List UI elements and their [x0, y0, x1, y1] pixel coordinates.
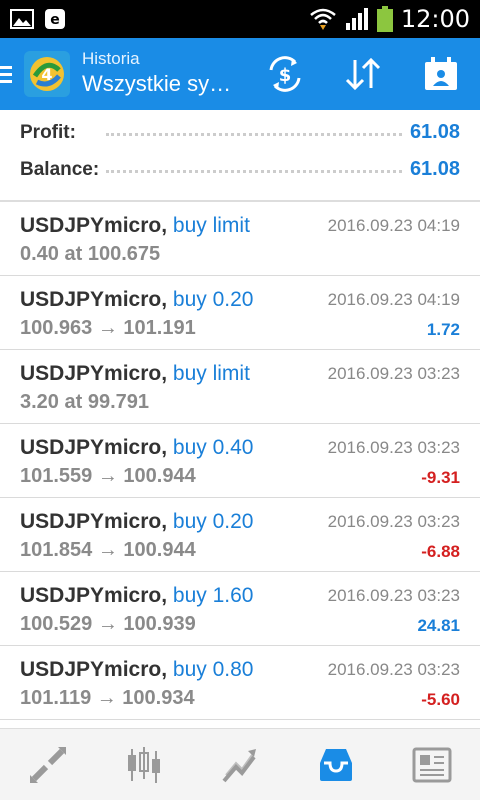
nav-quotes[interactable] — [0, 729, 96, 800]
trade-row[interactable]: USDJPYmicro, buy 0.20 101.854 → 100.944 … — [0, 498, 480, 572]
trade-detail: 101.854 → 100.944 — [20, 539, 196, 561]
trade-row[interactable]: USDJPYmicro, buy 0.20 100.963 → 101.191 … — [0, 276, 480, 350]
trade-profit: -9.31 — [421, 468, 460, 487]
quotes-icon — [30, 746, 66, 783]
svg-text:$: $ — [279, 65, 292, 86]
dotted-leader — [106, 170, 402, 173]
trade-symbol: USDJPYmicro, — [20, 436, 168, 459]
trade-profit: 1.72 — [426, 320, 460, 339]
trade-icon — [222, 748, 256, 782]
trade-row[interactable]: USDJPYmicro, buy limit 0.40 at 100.675 2… — [0, 202, 480, 276]
trade-row[interactable]: USDJPYmicro, buy 0.40 101.559 → 100.944 … — [0, 424, 480, 498]
app-bar: 4 Historia Wszystkie sy… $ — [0, 38, 480, 110]
summary-label: Profit: — [20, 121, 76, 143]
summary-label: Balance: — [20, 158, 100, 180]
trade-profit: 24.81 — [417, 616, 460, 635]
trade-profit: -5.60 — [421, 690, 460, 709]
trade-detail: 100.963 → 101.191 — [20, 317, 196, 339]
trade-symbol: USDJPYmicro, — [20, 584, 168, 607]
gallery-notification-icon — [10, 9, 34, 29]
trade-action: buy 0.20 — [172, 288, 254, 311]
nav-history[interactable] — [288, 729, 384, 800]
calendar-icon — [425, 57, 457, 90]
history-icon — [320, 748, 352, 781]
nav-trade[interactable] — [192, 729, 288, 800]
trade-detail: 3.20 at 99.791 — [20, 391, 149, 413]
news-icon — [412, 747, 452, 782]
chart-icon — [128, 746, 160, 783]
dotted-leader — [106, 133, 402, 136]
trade-time: 2016.09.23 04:19 — [327, 290, 460, 309]
svg-text:4: 4 — [41, 65, 52, 84]
trade-profit: -6.88 — [421, 542, 460, 561]
trade-action: buy 0.40 — [172, 436, 254, 459]
svg-text:e: e — [50, 12, 60, 28]
trade-time: 2016.09.23 04:19 — [327, 216, 460, 235]
drawer-menu-icon[interactable] — [0, 65, 16, 83]
trade-action: buy limit — [172, 362, 250, 385]
sort-icon — [345, 57, 381, 91]
trade-action: buy limit — [172, 214, 250, 237]
e-notification-icon: e — [45, 9, 65, 29]
trade-symbol: USDJPYmicro, — [20, 214, 168, 237]
bottom-navigation — [0, 728, 480, 800]
trade-detail: 101.559 → 100.944 — [20, 465, 196, 487]
summary-row-balance: Balance: 61.08 — [20, 151, 460, 188]
trade-action: buy 0.20 — [172, 510, 254, 533]
trade-row[interactable]: USDJPYmicro, buy 1.60 100.529 → 100.939 … — [0, 572, 480, 646]
trade-symbol: USDJPYmicro, — [20, 362, 168, 385]
trade-time: 2016.09.23 03:23 — [327, 364, 460, 383]
metatrader-logo[interactable]: 4 — [24, 51, 70, 97]
trade-symbol: USDJPYmicro, — [20, 510, 168, 533]
trade-time: 2016.09.23 03:23 — [327, 660, 460, 679]
trade-action: buy 0.80 — [172, 658, 254, 681]
trade-action: buy 1.60 — [172, 584, 254, 607]
trade-time: 2016.09.23 03:23 — [327, 512, 460, 531]
status-bar: e 12:00 — [0, 0, 480, 38]
trade-time: 2016.09.23 03:23 — [327, 438, 460, 457]
sort-button[interactable] — [324, 38, 402, 110]
summary-value: 61.08 — [409, 121, 460, 143]
trade-symbol: USDJPYmicro, — [20, 658, 168, 681]
summary-value: 61.08 — [409, 158, 460, 180]
calendar-period-button[interactable] — [402, 38, 480, 110]
clock: 12:00 — [400, 5, 470, 33]
currency-exchange-icon: $ — [269, 56, 301, 92]
trade-detail: 0.40 at 100.675 — [20, 243, 161, 265]
currency-exchange-button[interactable]: $ — [246, 38, 324, 110]
battery-icon — [376, 6, 393, 32]
trade-row[interactable]: USDJPYmicro, buy limit 3.20 at 99.791 20… — [0, 350, 480, 424]
summary-panel: Profit: 61.08 Balance: 61.08 — [0, 114, 480, 202]
trade-symbol: USDJPYmicro, — [20, 288, 168, 311]
wifi-icon — [310, 8, 336, 30]
nav-chart[interactable] — [96, 729, 192, 800]
signal-icon — [345, 8, 368, 30]
trade-detail: 100.529 → 100.939 — [20, 613, 196, 635]
summary-row-profit: Profit: 61.08 — [20, 114, 460, 151]
nav-news[interactable] — [384, 729, 480, 800]
trade-row[interactable]: USDJPYmicro, buy 0.80 101.119 → 100.934 … — [0, 646, 480, 720]
trade-time: 2016.09.23 03:23 — [327, 586, 460, 605]
history-list[interactable]: USDJPYmicro, buy limit 0.40 at 100.675 2… — [0, 202, 480, 720]
appbar-subtitle: Historia — [82, 49, 140, 68]
appbar-title[interactable]: Wszystkie sy… — [82, 69, 232, 99]
trade-detail: 101.119 → 100.934 — [20, 687, 195, 709]
